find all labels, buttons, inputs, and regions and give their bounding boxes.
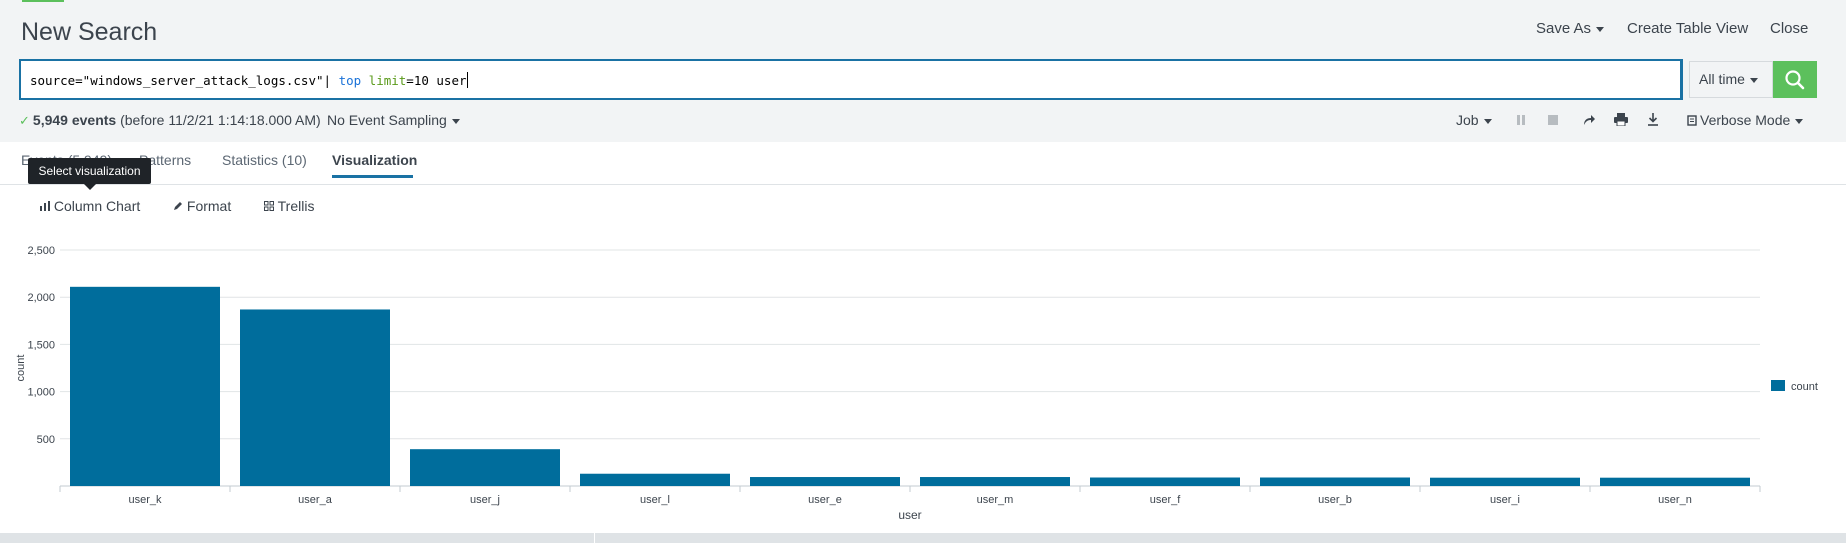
text-cursor [466, 72, 468, 88]
create-table-view-link[interactable]: Create Table View [1627, 20, 1748, 37]
bar[interactable] [70, 286, 220, 486]
active-tab-indicator [332, 175, 413, 178]
x-tick-label: user_n [1658, 494, 1692, 506]
y-tick-label: 2,500 [27, 245, 55, 257]
x-tick-label: user_l [640, 494, 670, 506]
caret-down-icon [1795, 118, 1804, 124]
y-tick-label: 500 [37, 434, 55, 446]
x-tick-label: user_a [298, 494, 333, 506]
caret-down-icon [1749, 77, 1758, 83]
bar[interactable] [1260, 477, 1410, 486]
column-chart-button[interactable]: Column Chart [40, 198, 140, 214]
search-query-text[interactable]: source="windows_server_attack_logs.csv"|… [30, 72, 468, 88]
stop-icon[interactable] [1547, 114, 1559, 129]
query-rest: =10 user [406, 73, 467, 88]
bar[interactable] [1600, 477, 1750, 486]
check-icon: ✓ [19, 113, 30, 128]
share-icon[interactable] [1582, 114, 1596, 129]
y-tick-label: 1,500 [27, 339, 55, 351]
time-range-label: All time [1699, 71, 1745, 87]
bar[interactable] [1090, 477, 1240, 486]
tooltip: Select visualization [28, 158, 151, 184]
event-timestamp: (before 11/2/21 1:14:18.000 AM) [120, 112, 321, 128]
column-chart: 500 1,000 1,500 2,000 2,500 user_k user_a user_… [0, 238, 1846, 528]
query-argument: limit [361, 73, 407, 88]
job-status: ✓ 5,949 events (before 11/2/21 1:14:18.00… [19, 112, 321, 129]
job-menu[interactable]: Job [1456, 112, 1492, 128]
close-link[interactable]: Close [1770, 20, 1808, 37]
legend-item[interactable]: count [1791, 381, 1818, 393]
page-title: New Search [21, 18, 158, 46]
bar[interactable] [920, 477, 1070, 486]
legend-swatch [1771, 380, 1785, 391]
event-sampling-dropdown[interactable]: No Event Sampling [327, 112, 460, 128]
x-tick-label: user_k [128, 494, 162, 506]
chart-svg: 500 1,000 1,500 2,000 2,500 user_k user_a user_… [15, 245, 1818, 522]
bar[interactable] [410, 449, 560, 486]
x-tick-label: user_e [808, 494, 842, 506]
x-tick-label: user_j [470, 494, 500, 506]
bar[interactable] [750, 477, 900, 486]
query-command: top [338, 73, 362, 88]
x-tick-label: user_f [1150, 494, 1182, 506]
y-tick-label: 1,000 [27, 387, 55, 399]
tab-visualization[interactable]: Visualization [332, 152, 417, 168]
caret-down-icon [1596, 26, 1605, 32]
pause-icon[interactable] [1515, 114, 1527, 129]
search-input[interactable]: source="windows_server_attack_logs.csv"|… [19, 59, 1683, 100]
magnifier-icon [1785, 70, 1805, 90]
trellis-label: Trellis [277, 198, 315, 214]
time-range-picker[interactable]: All time [1689, 61, 1773, 98]
x-axis-label: user [898, 508, 921, 522]
caret-down-icon [1483, 118, 1492, 124]
search-mode-menu[interactable]: Verbose Mode [1687, 112, 1804, 128]
x-tick-label: user_i [1490, 494, 1520, 506]
y-axis-label: count [15, 355, 27, 382]
save-as-menu[interactable]: Save As [1536, 20, 1605, 37]
format-label: Format [186, 198, 232, 214]
search-mode-label: Verbose Mode [1700, 112, 1791, 128]
trellis-button[interactable]: Trellis [264, 198, 314, 214]
bar-chart-icon [40, 201, 50, 211]
print-icon[interactable] [1614, 113, 1628, 129]
save-as-label: Save As [1536, 20, 1592, 37]
tab-statistics[interactable]: Statistics (10) [222, 152, 307, 168]
grid-icon [264, 201, 274, 211]
pencil-icon [174, 202, 182, 210]
bar[interactable] [1430, 477, 1580, 486]
bar[interactable] [580, 473, 730, 486]
app-accent-bar [22, 0, 64, 2]
job-label: Job [1456, 112, 1479, 128]
export-icon[interactable] [1647, 113, 1659, 129]
event-count: 5,949 events [32, 112, 117, 128]
mode-icon [1687, 115, 1697, 126]
bottom-scroll-area [0, 533, 1846, 543]
column-chart-label: Column Chart [53, 198, 141, 214]
panel-divider [594, 533, 595, 543]
query-source: source="windows_server_attack_logs.csv"| [30, 73, 339, 88]
y-tick-label: 2,000 [27, 292, 55, 304]
format-button[interactable]: Format [173, 198, 231, 214]
event-sampling-label: No Event Sampling [327, 112, 447, 128]
x-tick-label: user_b [1318, 494, 1352, 506]
caret-down-icon [451, 118, 460, 124]
search-button[interactable] [1773, 61, 1817, 98]
x-tick-label: user_m [977, 494, 1014, 506]
results-tabs: Events (5,949) Patterns Statistics (10) … [0, 152, 1846, 185]
tooltip-arrow [84, 184, 96, 190]
bar[interactable] [240, 309, 390, 486]
